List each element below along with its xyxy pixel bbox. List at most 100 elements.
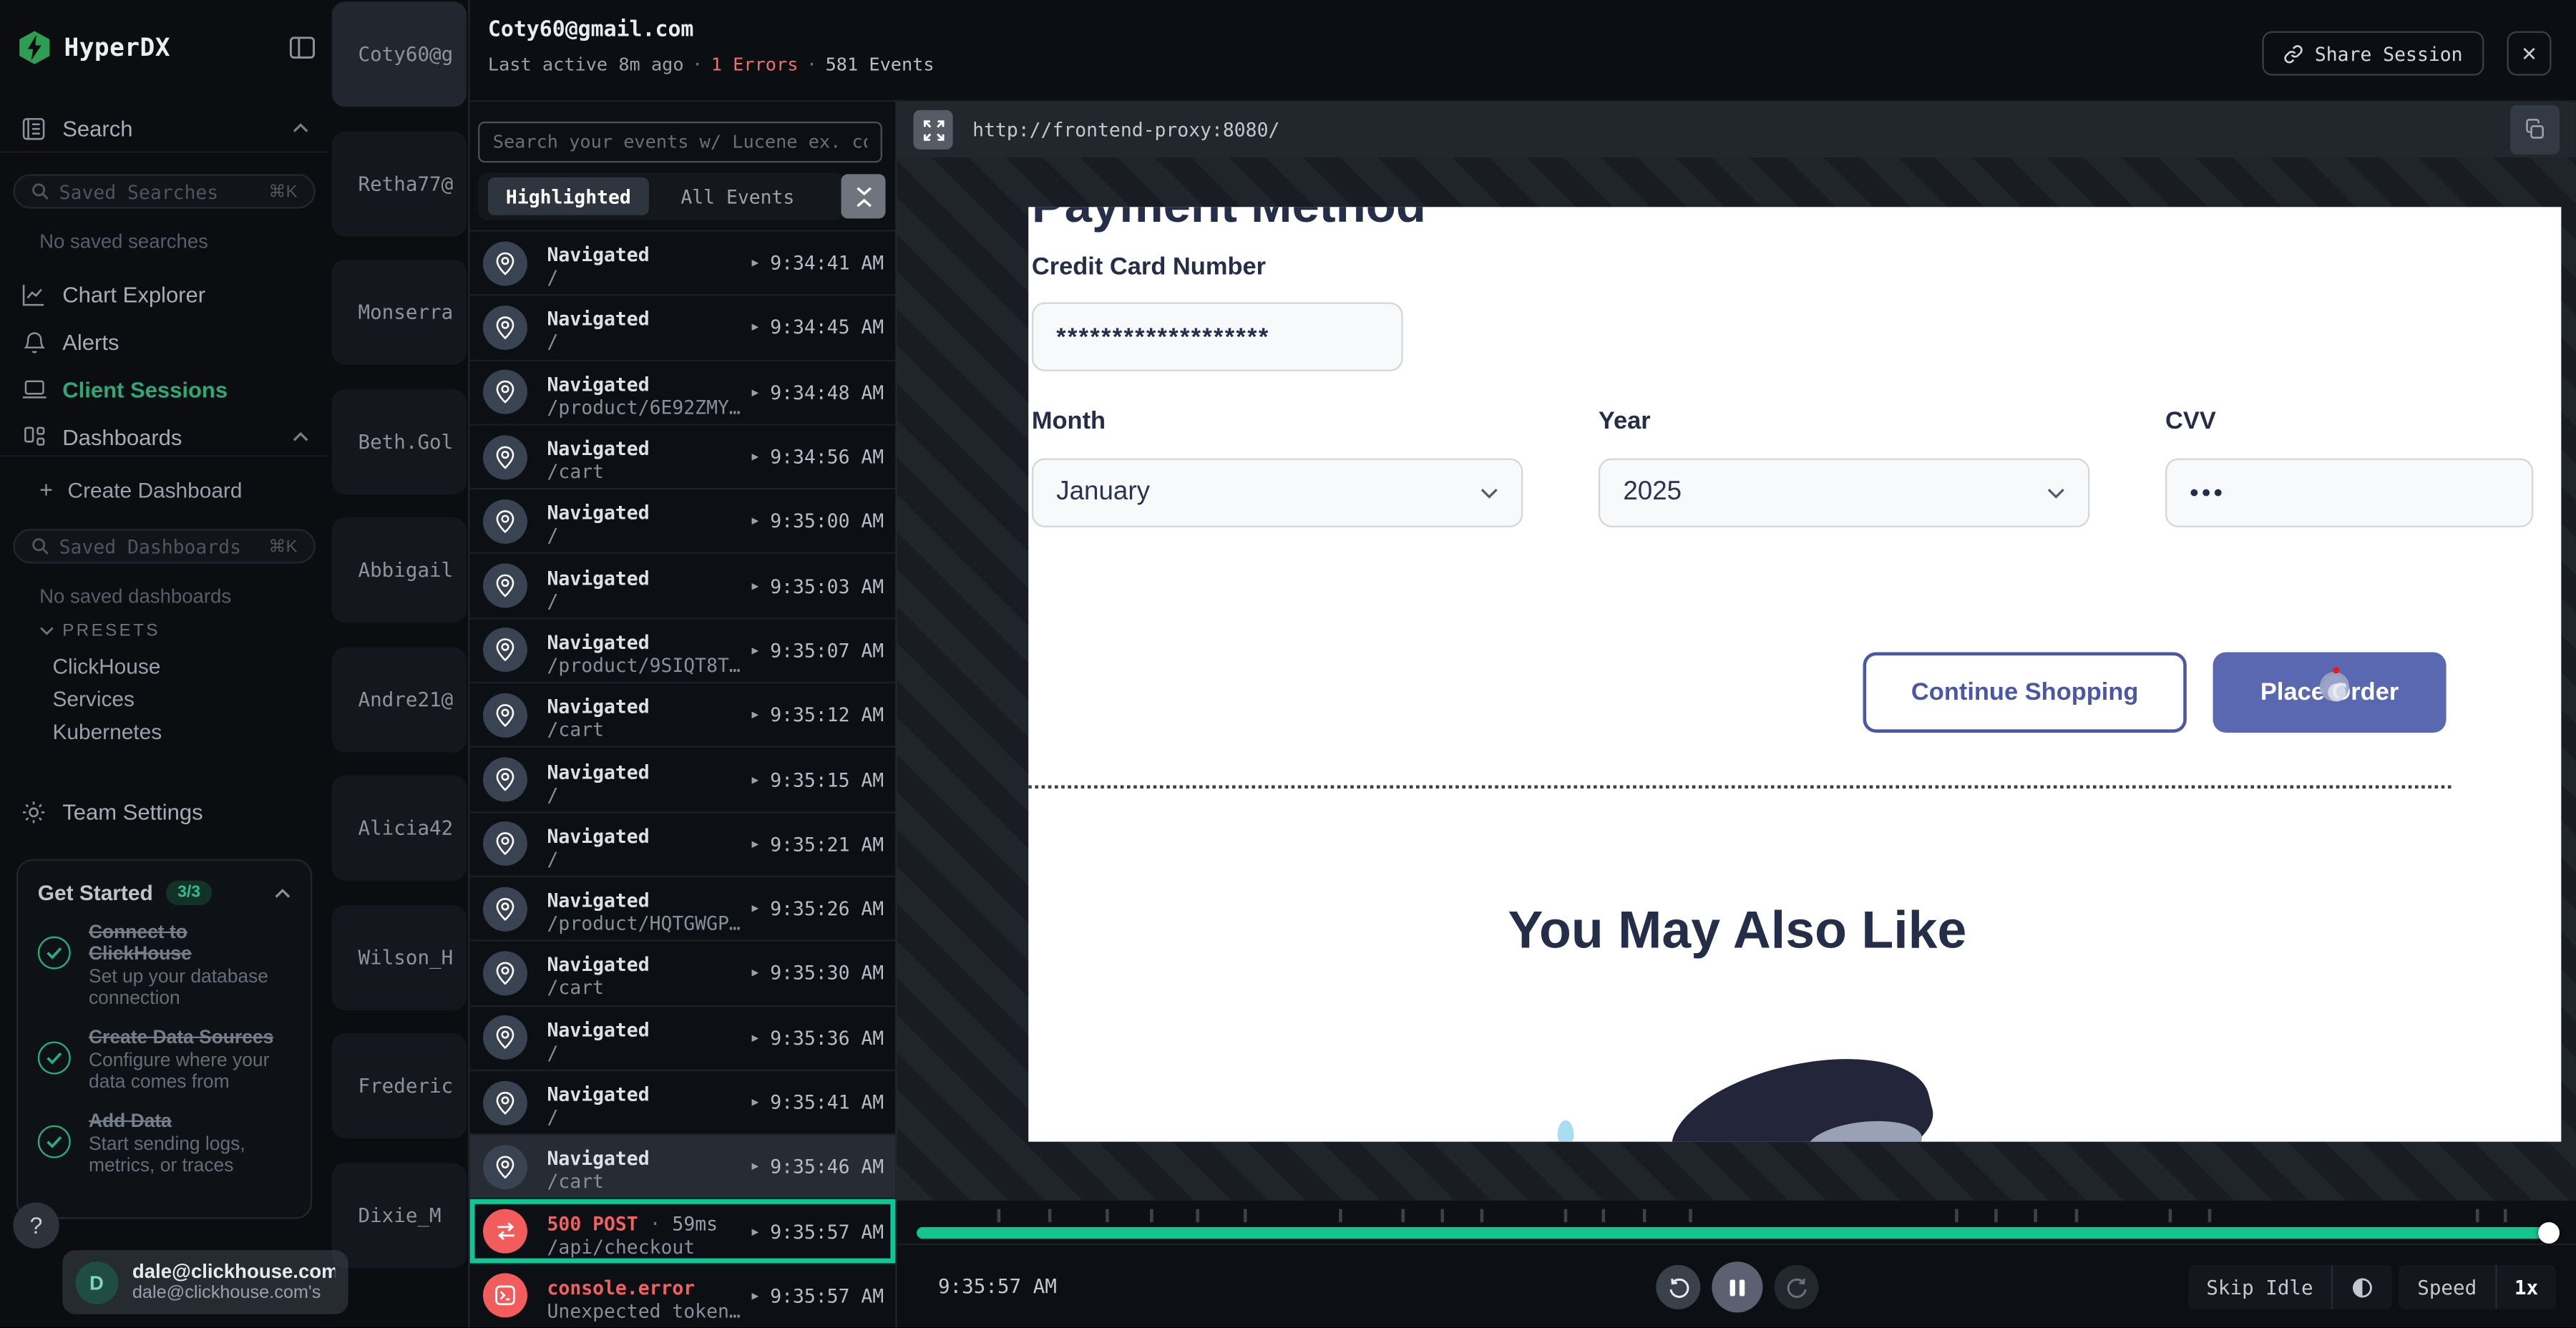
playback-timeline[interactable]: [897, 1201, 2576, 1245]
location-pin-icon: [494, 444, 516, 469]
get-started-task[interactable]: Create Data Sources Configure where your…: [38, 1028, 291, 1094]
timeline-tick: [2504, 1209, 2507, 1222]
expand-button[interactable]: [914, 110, 953, 150]
saved-searches-input[interactable]: Saved Searches ⌘K: [13, 174, 315, 208]
session-card[interactable]: Wilson_H: [332, 904, 467, 1010]
event-title: 500 POST · 59ms: [547, 1211, 718, 1234]
event-row[interactable]: Navigated / ▶9:35:21 AM: [470, 813, 896, 877]
sidebar-item-team-settings[interactable]: Team Settings: [0, 790, 328, 833]
session-card[interactable]: Frederic: [332, 1033, 467, 1138]
event-row[interactable]: Navigated / ▶9:35:03 AM: [470, 555, 896, 619]
shortcut-badge: ⌘K: [268, 537, 297, 557]
month-select[interactable]: January: [1032, 459, 1523, 527]
event-title: Navigated: [547, 243, 650, 266]
link-icon: [2283, 44, 2303, 64]
speed-label[interactable]: Speed: [2399, 1265, 2494, 1309]
help-button[interactable]: ?: [13, 1203, 59, 1249]
event-title: Navigated: [547, 502, 650, 524]
event-row[interactable]: Navigated /product/9SIQT8TOJO ▶9:35:07 A…: [470, 619, 896, 683]
sidebar-item-chart-explorer[interactable]: Chart Explorer: [0, 273, 328, 316]
sidebar-item-alerts[interactable]: Alerts: [0, 321, 328, 363]
playback-progress-bar[interactable]: [917, 1227, 2550, 1239]
preset-item[interactable]: Services: [52, 687, 134, 711]
event-row[interactable]: 500 POST · 59ms /api/checkout ▶9:35:57 A…: [470, 1200, 896, 1264]
event-row[interactable]: Navigated / ▶9:34:45 AM: [470, 296, 896, 361]
create-dashboard-button[interactable]: + Create Dashboard: [39, 477, 242, 503]
hyperdx-logo-icon: [16, 29, 53, 66]
event-timestamp: ▶9:35:57 AM: [751, 1220, 884, 1243]
play-icon: ▶: [751, 773, 758, 786]
collapse-sidebar-icon[interactable]: [289, 36, 316, 59]
sidebar-item-label: Dashboards: [62, 424, 182, 449]
rewind-button[interactable]: [1656, 1265, 1700, 1309]
timeline-tick: [2034, 1209, 2037, 1222]
close-button[interactable]: ✕: [2507, 31, 2552, 76]
event-row[interactable]: Navigated / ▶9:35:36 AM: [470, 1006, 896, 1070]
payment-method-heading: Payment Method: [1032, 207, 1426, 236]
session-card[interactable]: Andre21@: [332, 646, 467, 751]
continue-shopping-button[interactable]: Continue Shopping: [1863, 652, 2187, 732]
skip-idle-label[interactable]: Skip Idle: [2188, 1265, 2331, 1309]
event-row[interactable]: Navigated / ▶9:35:00 AM: [470, 490, 896, 555]
session-card[interactable]: Abbigail: [332, 517, 467, 622]
cvv-input[interactable]: •••: [2165, 459, 2533, 527]
events-panel: Highlighted All Events Navigated / ▶9:34…: [470, 102, 897, 1327]
skip-forward-button[interactable]: [1775, 1265, 1819, 1309]
session-card[interactable]: Monserra: [332, 260, 467, 365]
event-row[interactable]: Navigated /cart ▶9:35:30 AM: [470, 942, 896, 1006]
sidebar-item-search[interactable]: Search: [0, 107, 328, 150]
preset-item[interactable]: Kubernetes: [52, 720, 162, 744]
skip-idle-toggle[interactable]: [2333, 1265, 2392, 1309]
event-row[interactable]: Navigated / ▶9:35:41 AM: [470, 1071, 896, 1136]
user-subtext: dale@clickhouse.com's: [132, 1283, 335, 1304]
events-search-input[interactable]: [478, 122, 882, 162]
tab-highlighted[interactable]: Highlighted: [488, 177, 649, 215]
event-row[interactable]: Navigated / ▶9:34:41 AM: [470, 232, 896, 296]
saved-dashboards-input[interactable]: Saved Dashboards ⌘K: [13, 529, 315, 563]
chevron-up-icon: [293, 432, 309, 442]
collapse-events-button[interactable]: [841, 174, 886, 218]
events-count: 581 Events: [826, 54, 935, 76]
event-timestamp: ▶9:35:57 AM: [751, 1284, 884, 1307]
share-session-button[interactable]: Share Session: [2262, 31, 2484, 76]
session-card[interactable]: Retha77@: [332, 131, 467, 236]
location-pin-icon: [494, 316, 516, 340]
event-row[interactable]: console.error Unexpected token 'I'… ▶9:3…: [470, 1264, 896, 1327]
event-row[interactable]: Navigated /cart ▶9:35:12 AM: [470, 683, 896, 748]
sidebar-item-dashboards[interactable]: Dashboards: [0, 416, 328, 459]
sidebar-item-label: Search: [62, 116, 132, 140]
play-icon: ▶: [751, 1161, 758, 1173]
year-select[interactable]: 2025: [1599, 459, 2089, 527]
sidebar-item-client-sessions[interactable]: Client Sessions: [0, 368, 328, 411]
event-row[interactable]: Navigated /cart ▶9:35:46 AM: [470, 1136, 896, 1200]
event-row[interactable]: Navigated /cart ▶9:34:56 AM: [470, 425, 896, 489]
replay-viewport: Payment Method Credit Card Number ******…: [897, 157, 2576, 1201]
presets-toggle[interactable]: PRESETS: [39, 621, 160, 641]
event-row[interactable]: Navigated /product/HQTGWGPNH4 ▶9:35:26 A…: [470, 877, 896, 942]
replay-page: Payment Method Credit Card Number ******…: [1028, 207, 2561, 1141]
pause-button[interactable]: [1712, 1261, 1762, 1312]
user-menu[interactable]: D dale@clickhouse.com dale@clickhouse.co…: [62, 1250, 348, 1314]
credit-card-input[interactable]: *******************: [1032, 302, 1403, 371]
preset-item[interactable]: ClickHouse: [52, 654, 160, 678]
playhead-knob[interactable]: [2538, 1222, 2560, 1244]
get-started-task[interactable]: Connect to ClickHouse Set up your databa…: [38, 923, 291, 1010]
session-card[interactable]: Alicia42: [332, 776, 467, 881]
speed-value[interactable]: 1x: [2497, 1265, 2557, 1309]
tab-all-events[interactable]: All Events: [662, 177, 813, 215]
play-icon: ▶: [751, 1095, 758, 1108]
session-card[interactable]: Beth.Gol: [332, 389, 467, 494]
session-card[interactable]: Dixie_M: [332, 1162, 467, 1267]
timeline-tick: [1244, 1209, 1247, 1222]
copy-url-button[interactable]: [2510, 105, 2560, 155]
event-timestamp: ▶9:35:46 AM: [751, 1156, 884, 1178]
share-session-label: Share Session: [2315, 42, 2463, 65]
location-pin-icon: [494, 574, 516, 598]
session-card[interactable]: Coty60@g: [332, 1, 467, 107]
location-pin-icon: [494, 638, 516, 663]
get-started-task[interactable]: Add Data Start sending logs, metrics, or…: [38, 1112, 291, 1178]
event-row[interactable]: Navigated /product/6E92ZMYYFZ ▶9:34:48 A…: [470, 361, 896, 425]
event-row[interactable]: Navigated / ▶9:35:15 AM: [470, 748, 896, 812]
chevron-up-icon[interactable]: [274, 888, 291, 898]
timeline-tick: [1956, 1209, 1959, 1222]
